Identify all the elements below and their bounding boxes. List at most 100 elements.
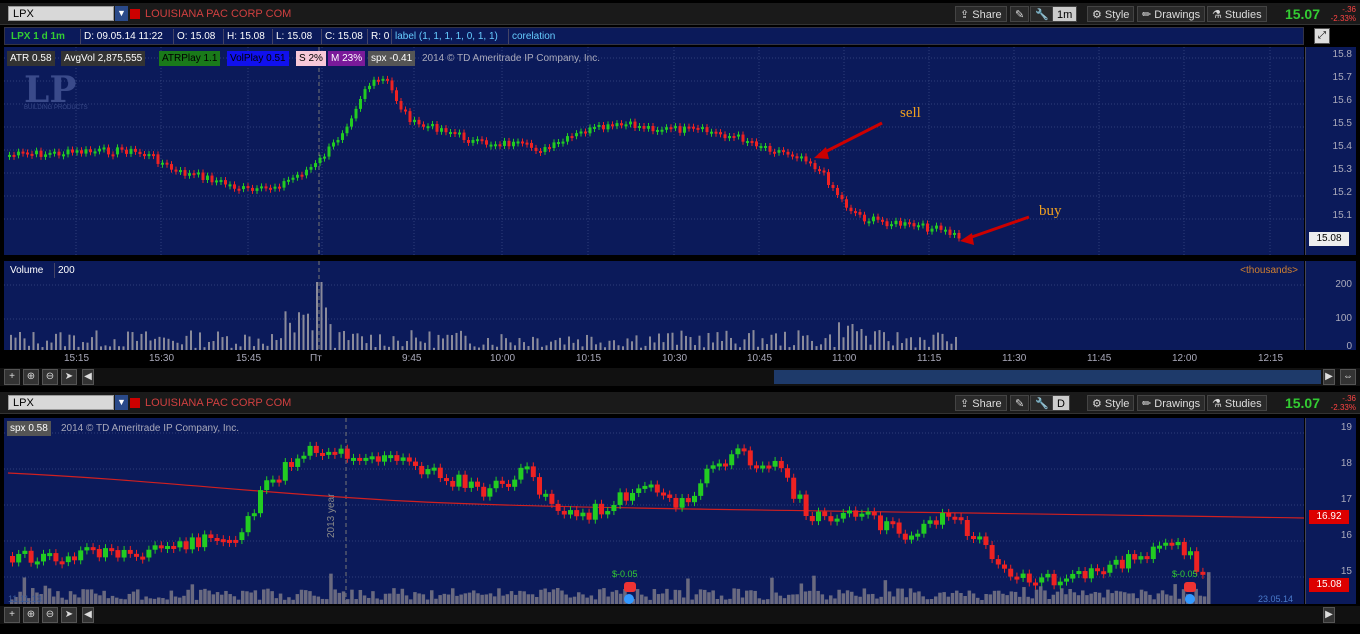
- link-color-icon[interactable]: [130, 398, 140, 408]
- symbol-dropdown-icon[interactable]: ▼: [115, 6, 128, 21]
- info-high: H: 15.08: [223, 29, 268, 44]
- last-price-daily: 15.07: [1284, 395, 1320, 411]
- tools-icon[interactable]: ✎: [1010, 395, 1030, 411]
- volume-label: Volume: [10, 265, 44, 276]
- earnings-icon-1[interactable]: [624, 582, 636, 592]
- crosshair-icon[interactable]: +: [4, 369, 20, 385]
- crosshair-icon[interactable]: +: [4, 607, 20, 623]
- time-tick: 11:00: [832, 353, 857, 364]
- avgvol-badge: AvgVol 2,875,555: [61, 51, 146, 66]
- time-tick: 12:00: [1172, 353, 1198, 364]
- daily-price-plot[interactable]: spx 0.58 2014 © TD Ameritrade IP Company…: [4, 418, 1304, 604]
- horizontal-scrollbar[interactable]: [96, 370, 1321, 384]
- style-button-daily[interactable]: ⚙ Style: [1087, 395, 1135, 411]
- company-name: LOUISIANA PAC CORP COM: [145, 8, 292, 20]
- vol-tick-200: 200: [1335, 279, 1352, 290]
- earnings-icon-2[interactable]: [1184, 582, 1196, 592]
- time-tick: 15:45: [236, 353, 262, 364]
- price-tick: 15.2: [1332, 187, 1352, 198]
- intraday-chart-window: LPX ▼ LOUISIANA PAC CORP COM ⇪ Share ✎ 🔧…: [0, 0, 1360, 388]
- info-range: R: 0: [367, 29, 392, 44]
- period-button-daily[interactable]: D: [1052, 395, 1070, 411]
- volume-units: <thousands>: [1240, 265, 1298, 276]
- top-toolbar: LPX ▼ LOUISIANA PAC CORP COM ⇪ Share ✎ 🔧…: [0, 3, 1360, 25]
- symbol-input-daily[interactable]: LPX: [8, 395, 114, 410]
- volume-plot[interactable]: Volume 200 <thousands>: [4, 261, 1304, 350]
- drawings-label: Drawings: [1154, 398, 1201, 410]
- style-button[interactable]: ⚙ Style: [1087, 6, 1135, 22]
- price-tick: 15.1: [1332, 210, 1352, 221]
- vol-tick-100: 100: [1335, 313, 1352, 324]
- price-tick: 15.7: [1332, 72, 1352, 83]
- daily-price-tick: 15: [1340, 566, 1352, 577]
- studies-button-daily[interactable]: ⚗ Studies: [1207, 395, 1267, 411]
- m-badge: M 23%: [328, 51, 366, 66]
- cursor-icon[interactable]: ➤: [61, 607, 77, 623]
- symbol-input[interactable]: LPX: [8, 6, 114, 21]
- zoom-in-icon[interactable]: ⊕: [23, 607, 39, 623]
- wrench-icon[interactable]: 🔧: [1030, 395, 1054, 411]
- zoom-out-icon[interactable]: ⊖: [42, 369, 58, 385]
- last-price-tag-daily: 15.08: [1309, 578, 1349, 592]
- studies-label: Studies: [1224, 398, 1262, 410]
- scroll-left-icon[interactable]: ◀: [82, 369, 94, 385]
- dividend-icon-2[interactable]: [1185, 594, 1195, 604]
- symbol-dropdown-icon[interactable]: ▼: [115, 395, 128, 410]
- change-abs: -.36: [1342, 5, 1356, 14]
- atrplay-badge: ATRPlay 1.1: [159, 51, 221, 66]
- share-button-daily[interactable]: ⇪ Share: [955, 395, 1007, 411]
- buy-annotation: buy: [1039, 203, 1062, 219]
- scroll-left-icon[interactable]: ◀: [82, 607, 94, 623]
- lp-logo: LP: [24, 69, 77, 111]
- price-tick: 15.8: [1332, 49, 1352, 60]
- drawings-button[interactable]: ✏ Drawings: [1137, 6, 1206, 22]
- price-plot[interactable]: ATR 0.58 AvgVol 2,875,555 ATRPlay 1.1 Vo…: [4, 47, 1304, 255]
- volume-value: 200: [54, 263, 78, 278]
- scroll-right-icon[interactable]: ▶: [1323, 607, 1335, 623]
- style-label: Style: [1104, 398, 1130, 410]
- price-scale[interactable]: ⤢ 15.8 15.7 15.6 15.5 15.4 15.3 15.2 15.1 15.08: [1305, 28, 1356, 255]
- tools-icon[interactable]: ✎: [1010, 6, 1030, 22]
- scrollbar-thumb[interactable]: [774, 370, 1321, 384]
- sell-annotation: sell: [900, 105, 921, 121]
- study-corelation: corelation: [508, 29, 558, 44]
- link-color-icon[interactable]: [130, 9, 140, 19]
- price-tick: 15.5: [1332, 118, 1352, 129]
- style-label: Style: [1104, 9, 1130, 21]
- autoscale-icon[interactable]: ⤢: [1314, 28, 1330, 44]
- period-button[interactable]: 1m: [1052, 6, 1078, 22]
- dividend-icon-1[interactable]: [624, 594, 634, 604]
- time-tick: 10:30: [662, 353, 688, 364]
- share-button[interactable]: ⇪ Share: [955, 6, 1007, 22]
- study-label: label (1, 1, 1, 1, 0, 1, 1): [391, 29, 501, 44]
- change-pct: -2.33%: [1330, 14, 1356, 23]
- top-nav-bar: + ⊕ ⊖ ➤ ◀ ▶ ⇔: [0, 368, 1360, 386]
- ma-value-tag: 16.92: [1309, 510, 1349, 524]
- expand-icon[interactable]: ⇔: [1340, 369, 1356, 385]
- zoom-in-icon[interactable]: ⊕: [23, 369, 39, 385]
- time-tick: 10:00: [490, 353, 516, 364]
- volume-scale[interactable]: 200 100 0: [1305, 261, 1356, 352]
- wrench-icon[interactable]: 🔧: [1030, 6, 1054, 22]
- daily-price-scale[interactable]: 19 18 17 16 15 16.92 15.08: [1305, 418, 1356, 604]
- info-date: D: 09.05.14 11:22: [80, 29, 166, 44]
- start-date: 11.11.13: [8, 594, 42, 604]
- chart-title: LPX 1 d 1m: [11, 31, 65, 42]
- copyright-text: 2014 © TD Ameritrade IP Company, Inc.: [422, 53, 601, 64]
- zoom-out-icon[interactable]: ⊖: [42, 607, 58, 623]
- cursor-icon[interactable]: ➤: [61, 369, 77, 385]
- atr-badge: ATR 0.58: [7, 51, 55, 66]
- price-candles: [4, 47, 1304, 255]
- price-tick: 15.4: [1332, 141, 1352, 152]
- bottom-toolbar: LPX ▼ LOUISIANA PAC CORP COM ⇪ Share ✎ 🔧…: [0, 392, 1360, 414]
- time-tick: 9:45: [402, 353, 422, 364]
- drawings-button-daily[interactable]: ✏ Drawings: [1137, 395, 1206, 411]
- daily-price-tick: 17: [1340, 494, 1352, 505]
- year-label: 2013 year: [326, 493, 337, 538]
- last-price-tag: 15.08: [1309, 232, 1349, 246]
- studies-button[interactable]: ⚗ Studies: [1207, 6, 1267, 22]
- scroll-right-icon[interactable]: ▶: [1323, 369, 1335, 385]
- horizontal-scrollbar-daily[interactable]: [96, 608, 1321, 622]
- price-change: -.36 -2.33%: [1331, 5, 1356, 23]
- end-date: 23.05.14: [1258, 594, 1294, 604]
